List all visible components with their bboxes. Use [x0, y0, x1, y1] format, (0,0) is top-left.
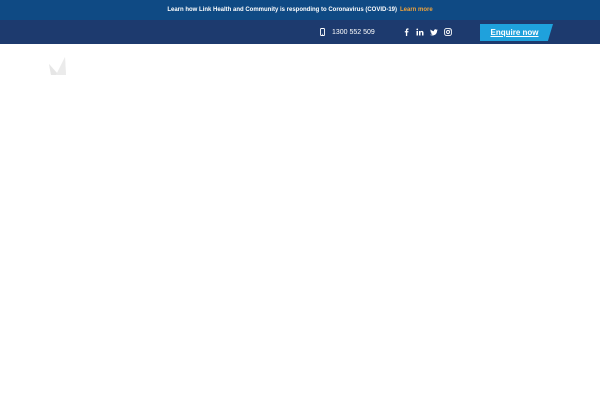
announcement-bar: Learn how Link Health and Community is r… — [0, 0, 600, 20]
phone-number: 1300 552 509 — [332, 28, 375, 36]
social-links — [402, 20, 452, 44]
mobile-phone-icon — [320, 28, 325, 36]
enquire-now-button[interactable]: Enquire now — [480, 24, 553, 41]
instagram-icon[interactable] — [444, 28, 452, 36]
twitter-icon[interactable] — [430, 28, 438, 36]
learn-more-link[interactable]: Learn more — [400, 7, 433, 13]
facebook-icon[interactable] — [402, 28, 410, 36]
logo-icon[interactable] — [47, 56, 67, 76]
announcement-text: Learn how Link Health and Community is r… — [167, 7, 397, 13]
linkedin-icon[interactable] — [416, 28, 424, 36]
page-content — [0, 44, 600, 400]
phone-contact[interactable]: 1300 552 509 — [320, 20, 375, 44]
